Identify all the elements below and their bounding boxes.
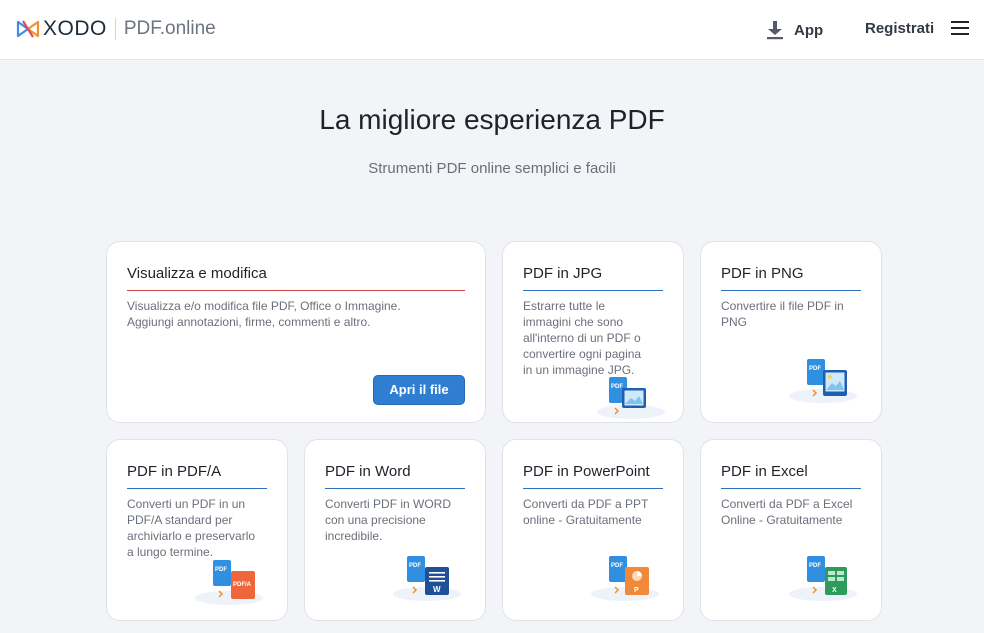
card-pdf-to-excel[interactable]: PDF in Excel Converti da PDF a Excel Onl… bbox=[700, 439, 882, 621]
pdf-to-word-icon: PDF W bbox=[393, 556, 461, 601]
card-title: PDF in Excel bbox=[721, 463, 808, 480]
card-divider bbox=[721, 488, 861, 489]
card-view-edit[interactable]: Visualizza e modifica Visualizza e/o mod… bbox=[106, 241, 486, 423]
page-title: La migliore esperienza PDF bbox=[319, 104, 665, 135]
logo-divider bbox=[114, 18, 116, 40]
page-subtitle: Strumenti PDF online semplici e facili bbox=[368, 160, 616, 177]
app-download-link[interactable]: App bbox=[766, 19, 823, 41]
app-label: App bbox=[794, 21, 824, 39]
card-divider bbox=[127, 488, 267, 489]
card-title: PDF in PowerPoint bbox=[523, 463, 650, 480]
xodo-logo[interactable]: XODO PDF.online bbox=[16, 17, 216, 41]
card-pdf-to-pdfa[interactable]: PDF in PDF/A Converti un PDF in un PDF/A… bbox=[106, 439, 288, 621]
svg-text:X: X bbox=[832, 587, 837, 594]
card-description: Convertire il file PDF in PNG bbox=[721, 299, 844, 329]
svg-text:PDF: PDF bbox=[611, 563, 623, 569]
hamburger-menu-icon[interactable] bbox=[951, 21, 969, 35]
svg-text:P: P bbox=[634, 587, 639, 594]
xodo-logo-icon bbox=[16, 20, 40, 38]
svg-text:PDF: PDF bbox=[809, 366, 821, 372]
pdf-to-pdfa-icon: PDF PDF/A bbox=[195, 560, 263, 605]
register-link[interactable]: Registrati bbox=[865, 20, 934, 37]
download-icon bbox=[767, 21, 783, 40]
svg-text:PDF: PDF bbox=[809, 563, 821, 569]
card-description: Converti da PDF a PPT online - Gratuitam… bbox=[523, 497, 649, 527]
pdf-to-png-icon: PDF bbox=[789, 359, 857, 403]
card-title: PDF in PNG bbox=[721, 265, 804, 282]
card-pdf-to-powerpoint[interactable]: PDF in PowerPoint Converti da PDF a PPT … bbox=[502, 439, 684, 621]
card-description: Visualizza e/o modifica file PDF, Office… bbox=[127, 299, 401, 329]
card-pdf-to-word[interactable]: PDF in Word Converti PDF in WORD con una… bbox=[304, 439, 486, 621]
card-divider bbox=[523, 488, 663, 489]
logo-text: XODO bbox=[43, 17, 107, 40]
card-pdf-to-jpg[interactable]: PDF in JPG Estrarre tutte le immagini ch… bbox=[502, 241, 684, 423]
card-description: Converti un PDF in un PDF/A standard per… bbox=[127, 497, 256, 559]
svg-text:PDF: PDF bbox=[409, 563, 421, 569]
card-divider bbox=[523, 290, 663, 291]
logo-subtitle: PDF.online bbox=[123, 18, 216, 39]
card-pdf-to-png[interactable]: PDF in PNG Convertire il file PDF in PNG… bbox=[700, 241, 882, 423]
pdf-to-jpg-icon: PDF bbox=[597, 377, 665, 419]
card-description: Estrarre tutte le immagini che sono all'… bbox=[523, 299, 642, 377]
pdf-to-excel-icon: PDF X bbox=[789, 556, 857, 601]
card-title: PDF in PDF/A bbox=[127, 463, 222, 480]
pdf-to-ppt-icon: PDF P bbox=[591, 556, 659, 601]
svg-text:PDF/A: PDF/A bbox=[233, 582, 252, 588]
card-description: Converti da PDF a Excel Online - Gratuit… bbox=[721, 497, 853, 527]
card-title: PDF in JPG bbox=[523, 265, 603, 282]
top-header: XODO PDF.online App Registrati bbox=[0, 0, 984, 60]
card-divider bbox=[325, 488, 465, 489]
card-divider bbox=[721, 290, 861, 291]
card-divider bbox=[127, 290, 465, 291]
open-file-button[interactable]: Apri il file bbox=[373, 375, 465, 405]
svg-text:PDF: PDF bbox=[611, 384, 623, 390]
svg-text:PDF: PDF bbox=[215, 567, 227, 573]
card-title: PDF in Word bbox=[325, 463, 411, 480]
card-title: Visualizza e modifica bbox=[127, 265, 267, 282]
card-description: Converti PDF in WORD con una precisione … bbox=[325, 497, 452, 543]
svg-text:W: W bbox=[433, 585, 441, 594]
